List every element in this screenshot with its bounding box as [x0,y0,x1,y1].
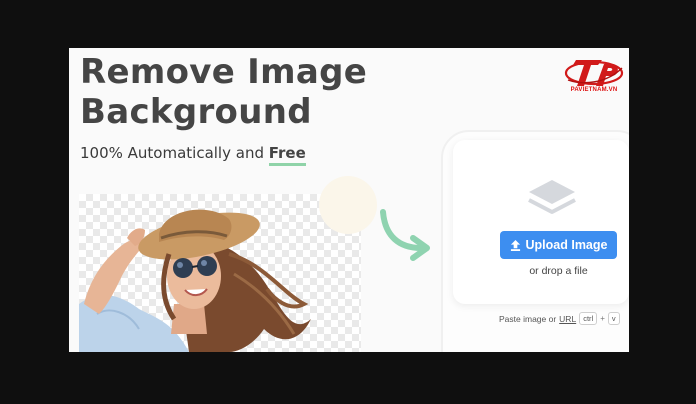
upload-button-label: Upload Image [525,238,608,252]
decorative-circle [319,176,377,234]
drop-file-text: or drop a file [529,265,588,277]
brand-mark-icon [564,60,624,86]
upload-icon [510,239,520,251]
woman-with-hat-photo [79,209,311,352]
paste-url-link[interactable]: URL [559,314,576,324]
upload-dropzone[interactable]: Upload Image or drop a file [453,140,629,304]
upload-image-button[interactable]: Upload Image [500,231,617,259]
key-plus: + [600,314,605,323]
hero-title: Remove Image Background [80,52,367,132]
key-ctrl: ctrl [579,312,598,325]
paste-hint-text: Paste image or [499,313,557,324]
hero-title-line-2: Background [80,92,312,132]
curved-arrow-icon [380,209,430,261]
hero-title-line-1: Remove Image [80,52,368,92]
subtitle-prefix: 100% Automatically and [80,144,269,162]
hero-subtitle: 100% Automatically and Free [80,144,306,166]
page-canvas: Remove Image Background 100% Automatical… [69,48,629,352]
subtitle-free: Free [268,144,306,166]
brand-logo-text: PAVIETNAM.VN [570,87,618,93]
layers-icon [528,180,576,214]
demo-image [79,194,361,352]
paste-hint: Paste image or URL ctrl + v [499,312,620,325]
key-v: v [607,312,620,325]
brand-logo: PAVIETNAM.VN [562,54,626,98]
